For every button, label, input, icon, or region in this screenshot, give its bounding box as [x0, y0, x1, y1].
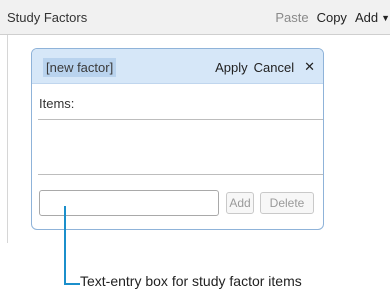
cancel-button[interactable]: Cancel: [254, 60, 294, 75]
add-item-button[interactable]: Add: [226, 192, 254, 214]
dialog-title-bar: [new factor] Apply Cancel ✕: [32, 49, 323, 84]
paste-button[interactable]: Paste: [275, 10, 308, 25]
chevron-down-icon: ▼: [381, 13, 390, 23]
panel-left-border: [7, 35, 8, 243]
delete-item-button[interactable]: Delete: [260, 192, 314, 214]
items-list-top-divider: [38, 119, 323, 120]
callout-leader-line: [64, 206, 66, 285]
add-menu-label: Add: [354, 10, 379, 25]
add-menu-button[interactable]: Add ▼: [355, 10, 390, 25]
copy-button[interactable]: Copy: [317, 10, 347, 25]
items-label: Items:: [39, 96, 75, 111]
close-icon[interactable]: ✕: [304, 59, 315, 75]
callout-caption: Text-entry box for study factor items: [80, 273, 302, 289]
factor-item-input[interactable]: [39, 190, 219, 216]
apply-button[interactable]: Apply: [215, 60, 248, 75]
panel-title: Study Factors: [7, 10, 88, 25]
new-factor-dialog: [new factor] Apply Cancel ✕ Items: Add D…: [31, 48, 324, 230]
factor-name-field[interactable]: [new factor]: [43, 58, 117, 77]
callout-leader-tick: [64, 283, 80, 285]
dialog-actions: Apply Cancel ✕: [215, 59, 315, 75]
items-list-bottom-divider: [38, 174, 323, 175]
header-actions: Paste Copy Add ▼: [275, 10, 390, 25]
study-factors-header: Study Factors Paste Copy Add ▼: [0, 0, 390, 35]
